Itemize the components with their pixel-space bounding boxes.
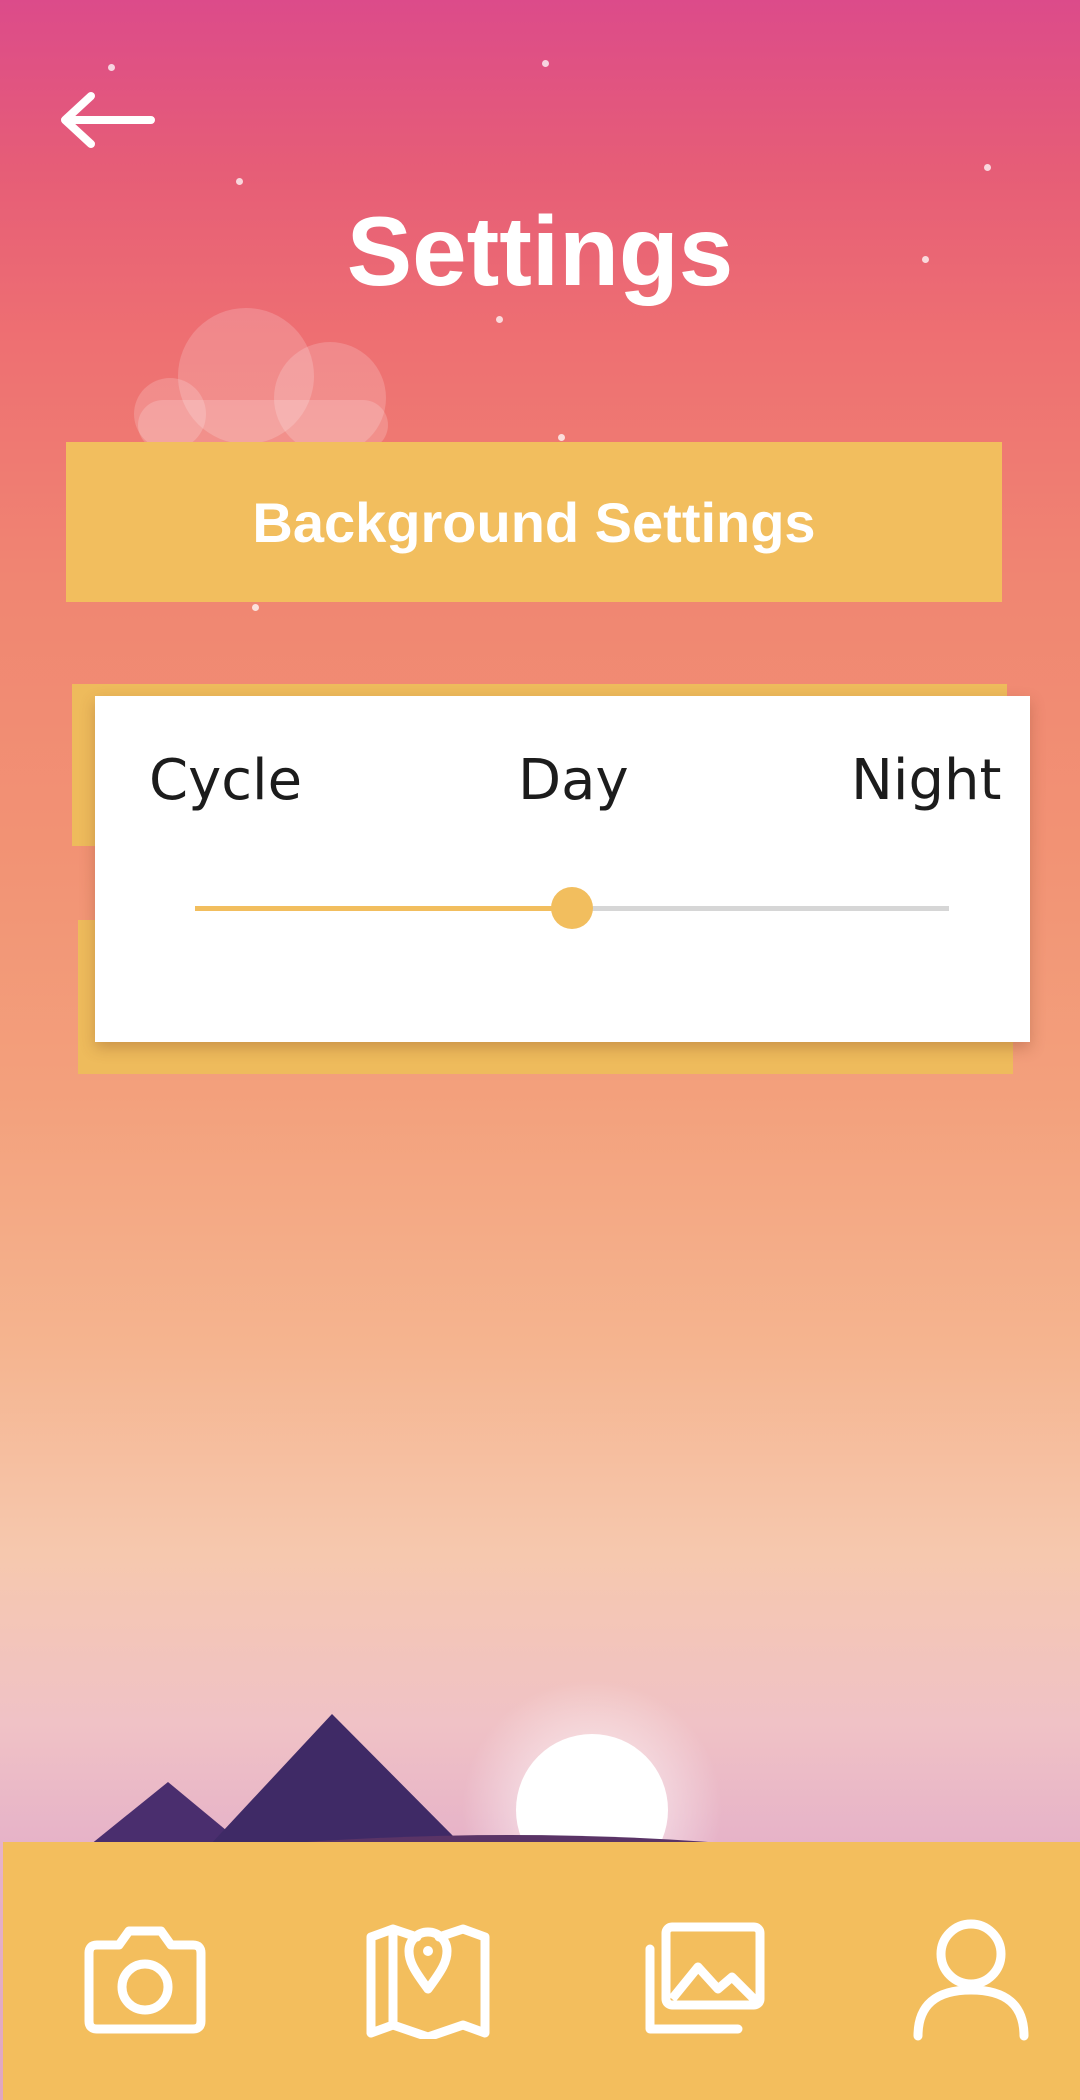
slider-thumb[interactable] — [551, 887, 593, 929]
star-decoration — [108, 64, 115, 71]
user-icon — [913, 1919, 1029, 2041]
gallery-icon — [645, 1922, 765, 2034]
star-decoration — [236, 178, 243, 185]
nav-profile-button[interactable] — [896, 1904, 1046, 2054]
nav-camera-button[interactable] — [70, 1904, 220, 2054]
star-decoration — [542, 60, 549, 67]
settings-screen: Settings Background Settings Cycle Day N… — [0, 0, 1080, 2100]
background-settings-button[interactable]: Background Settings — [66, 442, 1002, 602]
cloud-decoration — [134, 308, 388, 450]
nav-map-button[interactable] — [353, 1904, 503, 2054]
map-pin-icon — [366, 1924, 490, 2039]
star-decoration — [252, 604, 259, 611]
star-decoration — [984, 164, 991, 171]
option-night[interactable]: Night — [851, 748, 1001, 813]
arrow-left-icon — [61, 92, 155, 148]
back-button[interactable] — [52, 84, 162, 156]
slider-fill — [195, 906, 572, 911]
camera-icon — [84, 1926, 206, 2034]
option-day[interactable]: Day — [518, 748, 629, 813]
star-decoration — [496, 316, 503, 323]
bottom-navigation-bar — [3, 1842, 1080, 2100]
star-decoration — [558, 434, 565, 441]
background-settings-label: Background Settings — [252, 490, 816, 554]
page-title: Settings — [346, 196, 734, 306]
nav-gallery-button[interactable] — [628, 1904, 778, 2054]
cycle-slider[interactable] — [195, 887, 949, 929]
option-cycle[interactable]: Cycle — [149, 748, 302, 813]
landscape-illustration — [90, 1680, 880, 1860]
cycle-settings-card: Cycle Day Night — [95, 696, 1030, 1042]
